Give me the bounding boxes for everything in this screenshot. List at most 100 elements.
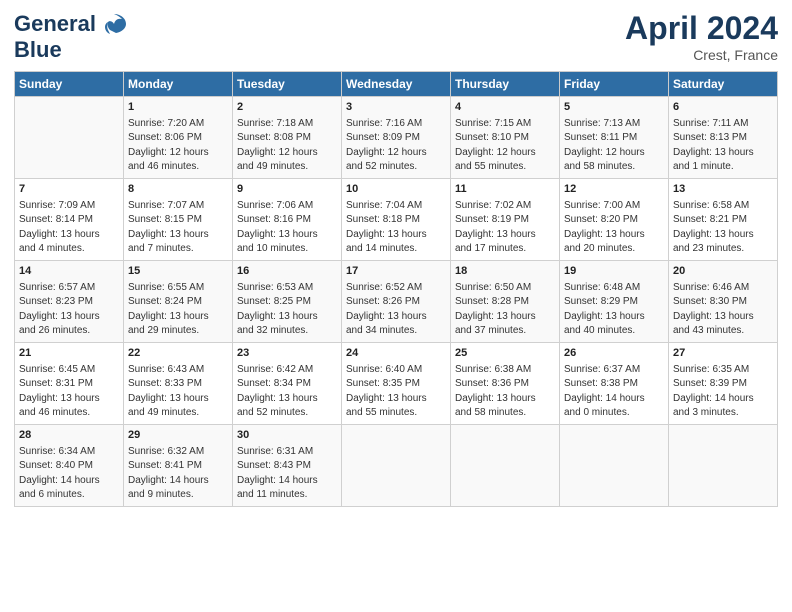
day-info: Daylight: 13 hours [673,228,773,243]
day-info: Sunset: 8:33 PM [128,377,228,392]
calendar-cell: 13Sunrise: 6:58 AMSunset: 8:21 PMDayligh… [669,178,778,260]
calendar-row-1: 1Sunrise: 7:20 AMSunset: 8:06 PMDaylight… [15,97,778,179]
col-sunday: Sunday [15,72,124,97]
day-info: and 34 minutes. [346,324,446,339]
day-info: Sunset: 8:24 PM [128,295,228,310]
day-info: Sunrise: 6:37 AM [564,363,664,378]
day-info: Daylight: 13 hours [455,392,555,407]
day-info: Sunset: 8:35 PM [346,377,446,392]
day-info: Daylight: 13 hours [19,392,119,407]
day-number: 25 [455,346,555,362]
day-info: Daylight: 12 hours [346,146,446,161]
day-info: and 14 minutes. [346,242,446,257]
logo-icon [100,10,128,38]
day-info: Sunrise: 7:18 AM [237,117,337,132]
day-info: and 20 minutes. [564,242,664,257]
calendar-table: Sunday Monday Tuesday Wednesday Thursday… [14,71,778,507]
calendar-cell: 2Sunrise: 7:18 AMSunset: 8:08 PMDaylight… [233,97,342,179]
day-info: Sunrise: 6:35 AM [673,363,773,378]
day-info: and 49 minutes. [237,160,337,175]
day-info: and 32 minutes. [237,324,337,339]
day-info: Daylight: 14 hours [128,474,228,489]
calendar-cell: 27Sunrise: 6:35 AMSunset: 8:39 PMDayligh… [669,342,778,424]
day-number: 13 [673,182,773,198]
calendar-cell [560,424,669,506]
day-info: Sunrise: 6:58 AM [673,199,773,214]
day-info: Sunset: 8:08 PM [237,131,337,146]
logo-text: General [14,12,96,36]
day-info: Sunset: 8:14 PM [19,213,119,228]
day-info: Sunrise: 7:00 AM [564,199,664,214]
col-wednesday: Wednesday [342,72,451,97]
logo: General Blue [14,10,128,62]
day-info: and 11 minutes. [237,488,337,503]
day-info: Daylight: 14 hours [564,392,664,407]
day-info: Daylight: 12 hours [455,146,555,161]
col-saturday: Saturday [669,72,778,97]
calendar-cell: 3Sunrise: 7:16 AMSunset: 8:09 PMDaylight… [342,97,451,179]
day-info: Daylight: 13 hours [346,228,446,243]
calendar-cell: 21Sunrise: 6:45 AMSunset: 8:31 PMDayligh… [15,342,124,424]
day-info: Sunrise: 6:34 AM [19,445,119,460]
day-info: Daylight: 12 hours [237,146,337,161]
day-info: and 6 minutes. [19,488,119,503]
day-number: 22 [128,346,228,362]
day-number: 16 [237,264,337,280]
calendar-cell: 1Sunrise: 7:20 AMSunset: 8:06 PMDaylight… [124,97,233,179]
day-info: Daylight: 13 hours [673,310,773,325]
calendar-cell: 20Sunrise: 6:46 AMSunset: 8:30 PMDayligh… [669,260,778,342]
day-info: Sunrise: 6:42 AM [237,363,337,378]
day-number: 23 [237,346,337,362]
day-info: Daylight: 12 hours [128,146,228,161]
calendar-cell [451,424,560,506]
calendar-cell: 8Sunrise: 7:07 AMSunset: 8:15 PMDaylight… [124,178,233,260]
calendar-cell: 6Sunrise: 7:11 AMSunset: 8:13 PMDaylight… [669,97,778,179]
day-info: Sunrise: 6:40 AM [346,363,446,378]
day-info: Sunrise: 6:57 AM [19,281,119,296]
day-number: 30 [237,428,337,444]
day-number: 1 [128,100,228,116]
day-number: 2 [237,100,337,116]
subtitle: Crest, France [625,47,778,63]
day-info: Sunset: 8:40 PM [19,459,119,474]
main-title: April 2024 [625,10,778,47]
day-info: Sunrise: 7:20 AM [128,117,228,132]
calendar-cell: 9Sunrise: 7:06 AMSunset: 8:16 PMDaylight… [233,178,342,260]
day-number: 3 [346,100,446,116]
day-info: and 46 minutes. [19,406,119,421]
day-info: Sunset: 8:16 PM [237,213,337,228]
calendar-row-3: 14Sunrise: 6:57 AMSunset: 8:23 PMDayligh… [15,260,778,342]
day-number: 24 [346,346,446,362]
day-number: 11 [455,182,555,198]
day-info: Daylight: 13 hours [564,228,664,243]
day-info: Sunset: 8:26 PM [346,295,446,310]
day-info: Sunrise: 6:31 AM [237,445,337,460]
calendar-cell: 12Sunrise: 7:00 AMSunset: 8:20 PMDayligh… [560,178,669,260]
day-info: and 55 minutes. [346,406,446,421]
day-info: Sunrise: 6:48 AM [564,281,664,296]
day-number: 10 [346,182,446,198]
day-info: Daylight: 14 hours [19,474,119,489]
day-info: and 9 minutes. [128,488,228,503]
calendar-cell: 4Sunrise: 7:15 AMSunset: 8:10 PMDaylight… [451,97,560,179]
day-number: 18 [455,264,555,280]
logo-text-2: Blue [14,38,128,62]
day-info: Sunrise: 7:07 AM [128,199,228,214]
calendar-cell: 5Sunrise: 7:13 AMSunset: 8:11 PMDaylight… [560,97,669,179]
calendar-cell [669,424,778,506]
day-info: and 10 minutes. [237,242,337,257]
day-info: Daylight: 12 hours [564,146,664,161]
day-info: Sunset: 8:25 PM [237,295,337,310]
day-info: Sunrise: 6:43 AM [128,363,228,378]
calendar-cell: 14Sunrise: 6:57 AMSunset: 8:23 PMDayligh… [15,260,124,342]
day-number: 14 [19,264,119,280]
day-info: Daylight: 13 hours [346,392,446,407]
day-number: 26 [564,346,664,362]
calendar-cell: 17Sunrise: 6:52 AMSunset: 8:26 PMDayligh… [342,260,451,342]
calendar-cell: 15Sunrise: 6:55 AMSunset: 8:24 PMDayligh… [124,260,233,342]
day-number: 21 [19,346,119,362]
day-info: and 49 minutes. [128,406,228,421]
day-info: Sunset: 8:39 PM [673,377,773,392]
day-number: 20 [673,264,773,280]
day-info: Daylight: 13 hours [237,392,337,407]
